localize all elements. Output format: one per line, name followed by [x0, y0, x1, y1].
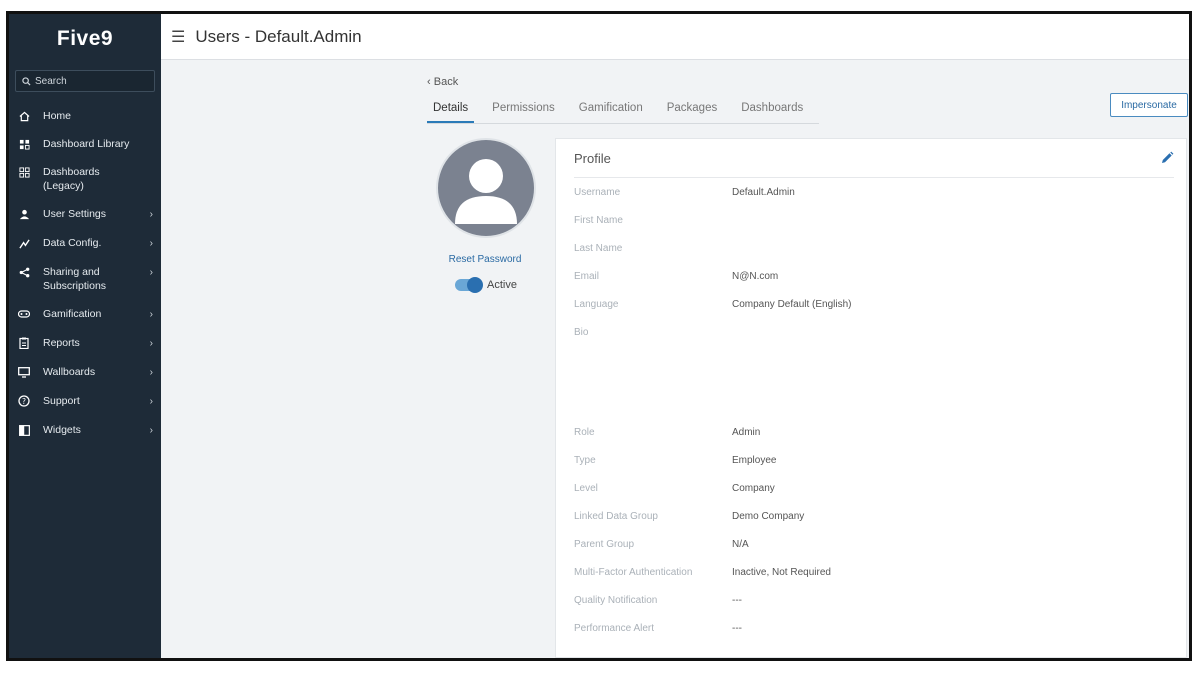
field-value-level: Company: [732, 483, 775, 494]
tab-bar: Details Permissions Gamification Package…: [427, 96, 819, 124]
sidebar-item-sharing[interactable]: Sharing and Subscriptions ›: [9, 258, 161, 300]
sidebar-item-label: User Settings: [43, 208, 107, 220]
gamepad-icon: [17, 307, 31, 321]
reset-password-link[interactable]: Reset Password: [443, 254, 527, 265]
help-icon: ?: [17, 394, 31, 408]
sidebar-item-user-settings[interactable]: User Settings ›: [9, 200, 161, 229]
sidebar-item-reports[interactable]: Reports ›: [9, 329, 161, 358]
impersonate-button[interactable]: Impersonate: [1110, 93, 1188, 117]
sidebar-item-wallboards[interactable]: Wallboards ›: [9, 358, 161, 387]
field-value-email: N@N.com: [732, 271, 779, 282]
sidebar-item-support[interactable]: ? Support ›: [9, 387, 161, 416]
profile-title: Profile: [574, 150, 611, 166]
page-title: Users - Default.Admin: [195, 26, 362, 46]
sidebar-item-label: Gamification: [43, 308, 102, 320]
field-label-parent-group: Parent Group: [574, 539, 635, 550]
logo-text: Five9: [56, 27, 114, 50]
field-label-linked-data-group: Linked Data Group: [574, 511, 658, 522]
pencil-icon[interactable]: [1160, 151, 1174, 165]
field-value-role: Admin: [732, 427, 761, 438]
sidebar-item-label: Support: [43, 395, 80, 407]
field-label-last-name: Last Name: [574, 243, 623, 254]
back-label: Back: [433, 76, 459, 88]
hamburger-menu-icon[interactable]: ☰: [171, 27, 185, 47]
field-value-parent-group: N/A: [732, 539, 749, 550]
sidebar-item-label: Reports: [43, 337, 80, 349]
tab-gamification[interactable]: Gamification: [573, 96, 649, 123]
avatar: [436, 138, 536, 238]
sidebar-item-dashboard-library[interactable]: Dashboard Library: [9, 130, 161, 158]
status-toggle-group: Active: [455, 277, 517, 293]
sidebar-item-label: Widgets: [43, 424, 81, 436]
sidebar-item-dashboards-legacy[interactable]: Dashboards (Legacy): [9, 158, 161, 200]
field-value-type: Employee: [732, 455, 777, 466]
sidebar-item-label: Dashboard Library: [43, 138, 130, 150]
field-label-first-name: First Name: [574, 215, 623, 226]
sidebar-item-label: Wallboards: [43, 366, 96, 378]
sidebar: Five9 Search Home Dashboard Library Dash…: [9, 14, 161, 658]
reports-icon: [17, 336, 31, 350]
chevron-right-icon: ›: [149, 238, 153, 249]
field-label-language: Language: [574, 299, 619, 310]
chevron-right-icon: ›: [149, 367, 153, 378]
field-label-type: Type: [574, 455, 596, 466]
field-label-performance-alert: Performance Alert: [574, 623, 655, 634]
field-label-mfa: Multi-Factor Authentication: [574, 567, 693, 578]
field-value-performance-alert: ---: [732, 623, 742, 634]
home-icon: [17, 109, 31, 123]
monitor-icon: [17, 365, 31, 379]
logo[interactable]: Five9: [9, 14, 161, 64]
search-input[interactable]: Search: [15, 70, 155, 92]
profile-header: Profile: [574, 139, 1174, 178]
chevron-right-icon: ›: [149, 396, 153, 407]
sidebar-nav: Home Dashboard Library Dashboards (Legac…: [9, 102, 161, 445]
user-icon: [17, 207, 31, 221]
chevron-right-icon: ›: [149, 309, 153, 320]
toggle-knob: [467, 277, 483, 293]
field-label-bio: Bio: [574, 327, 589, 338]
sidebar-item-label: Data Config.: [43, 237, 102, 249]
tab-permissions[interactable]: Permissions: [486, 96, 561, 123]
field-value-linked-data-group: Demo Company: [732, 511, 805, 522]
field-label-email: Email: [574, 271, 600, 282]
search-placeholder: Search: [35, 75, 67, 87]
tab-packages[interactable]: Packages: [661, 96, 724, 123]
sidebar-item-label: Dashboards (Legacy): [43, 166, 100, 192]
widgets-icon: [17, 423, 31, 437]
field-value-mfa: Inactive, Not Required: [732, 567, 831, 578]
field-label-quality-notification: Quality Notification: [574, 595, 658, 606]
chevron-left-icon: ‹: [427, 76, 434, 88]
app-window: Five9 Search Home Dashboard Library Dash…: [6, 11, 1192, 661]
profile-card: Profile Username Default.Admin First Nam…: [555, 138, 1187, 658]
field-label-username: Username: [574, 187, 621, 198]
svg-text:?: ?: [22, 397, 26, 406]
chevron-right-icon: ›: [149, 209, 153, 220]
field-label-level: Level: [574, 483, 598, 494]
user-avatar-icon: [455, 159, 517, 224]
field-label-role: Role: [574, 427, 595, 438]
dashboards-icon: [17, 165, 31, 179]
sidebar-item-widgets[interactable]: Widgets ›: [9, 416, 161, 445]
active-toggle[interactable]: [455, 277, 483, 293]
sidebar-item-data-config[interactable]: Data Config. ›: [9, 229, 161, 258]
dashboard-library-icon: [17, 137, 31, 151]
sidebar-item-home[interactable]: Home: [9, 102, 161, 130]
top-bar: ☰ Users - Default.Admin: [161, 14, 1189, 60]
sidebar-item-gamification[interactable]: Gamification ›: [9, 300, 161, 329]
sidebar-item-label: Sharing and Subscriptions: [43, 266, 107, 292]
search-icon: [22, 76, 31, 86]
field-value-language: Company Default (English): [732, 299, 852, 310]
share-icon: [17, 265, 31, 279]
status-label: Active: [487, 279, 517, 291]
chevron-right-icon: ›: [149, 267, 153, 278]
chevron-right-icon: ›: [149, 338, 153, 349]
back-link[interactable]: ‹ Back: [427, 76, 458, 88]
tab-details[interactable]: Details: [427, 96, 475, 123]
sidebar-item-label: Home: [43, 110, 72, 122]
field-value-quality-notification: ---: [732, 595, 742, 606]
data-config-icon: [17, 236, 31, 250]
tab-dashboards[interactable]: Dashboards: [735, 96, 809, 123]
field-value-username: Default.Admin: [732, 187, 795, 198]
chevron-right-icon: ›: [149, 425, 153, 436]
